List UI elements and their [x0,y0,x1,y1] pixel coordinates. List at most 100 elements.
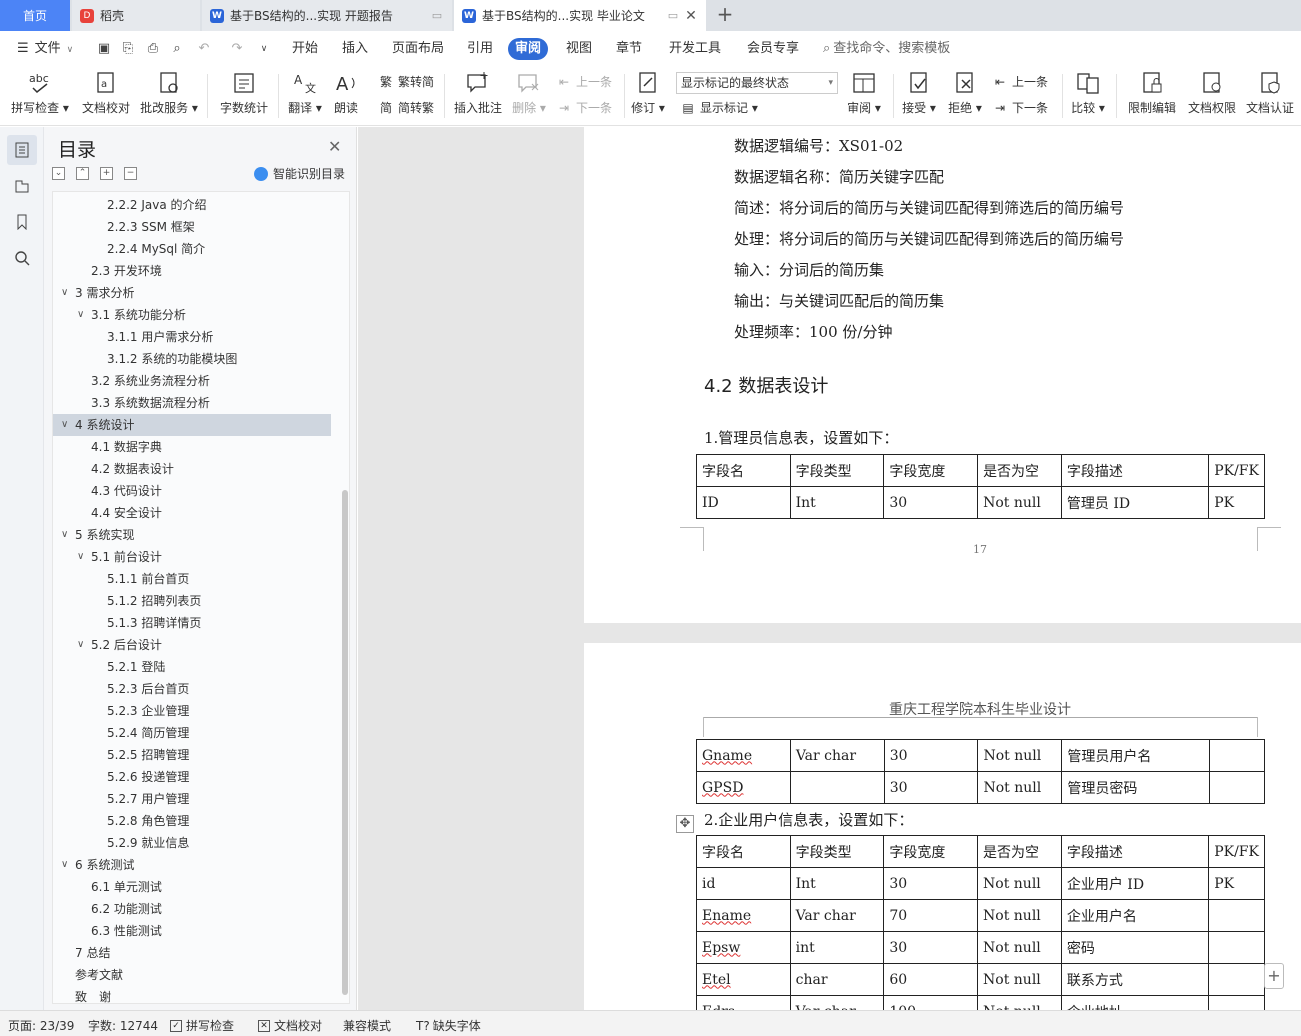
table-cell[interactable]: GPSD [696,771,791,804]
toc-item[interactable]: ∨ 5 系统实现 [53,524,331,546]
reject-button[interactable]: 拒绝 ▾ [946,70,984,122]
tab-daoke[interactable]: D 稻壳 [72,0,200,31]
table-cell[interactable] [1208,899,1265,932]
track-changes-button[interactable]: 修订 ▾ [631,70,665,122]
table-cell[interactable]: 管理员密码 [1061,771,1211,804]
redo-icon[interactable]: ↷ [230,42,244,56]
accept-button[interactable]: 接受 ▾ [900,70,938,122]
table-cell[interactable]: Edrs [696,995,791,1010]
tab-doc-proposal[interactable]: W 基于BS结构的...实现 开题报告 ▭ [202,0,452,31]
table-cell[interactable]: Etel [696,963,791,996]
toc-item[interactable]: 3.1.2 系统的功能模块图 [53,348,331,370]
toc-item[interactable]: ∨ 3.1 系统功能分析 [53,304,331,326]
table-cell[interactable] [1208,995,1265,1010]
compare-button[interactable]: 比较 ▾ [1070,70,1106,122]
table-cell[interactable]: Int [789,486,885,519]
body-text-line[interactable]: 处理频率：100 份/分钟 [734,321,892,342]
toc-item[interactable]: 5.1.2 招聘列表页 [53,590,331,612]
toc-item[interactable]: 5.2.3 企业管理 [53,700,331,722]
table-cell[interactable]: Var char [789,899,885,932]
tab-close-icon[interactable]: ✕ [684,8,698,24]
table-cell[interactable]: Ename [696,899,791,932]
table-cell[interactable]: Var char [789,995,885,1010]
toc-item[interactable]: 5.1.3 招聘详情页 [53,612,331,634]
table-cell[interactable]: id [696,867,791,900]
toc-item[interactable]: 5.1.1 前台首页 [53,568,331,590]
toc-item[interactable]: 4.2 数据表设计 [53,458,331,480]
chevron-down-icon[interactable]: ∨ [61,854,71,876]
table-cell[interactable] [1209,739,1265,772]
table-cell[interactable] [1208,963,1265,996]
status-doc-proof[interactable]: ✕ 文档校对 [258,1017,322,1034]
chevron-down-icon[interactable]: ∨ [61,282,71,304]
toc-item[interactable]: 2.3 开发环境 [53,260,331,282]
table-header-cell[interactable]: PK/FK [1208,835,1265,868]
save-icon[interactable]: ▣ [97,42,111,56]
table-header-cell[interactable]: 字段宽度 [883,835,979,868]
table-cell[interactable]: 30 [883,867,979,900]
admin-info-table[interactable]: 字段名 字段类型 字段宽度 是否为空 字段描述 PK/FK ID Int 30 Not null 管… [696,454,1265,519]
next-comment-button[interactable]: ⇥ 下一条 [556,98,612,118]
restrict-editing-button[interactable]: 限制编辑 [1126,70,1178,122]
chevron-down-icon[interactable]: ∨ [77,546,87,568]
table2-caption[interactable]: 2.企业用户信息表，设置如下： [704,809,913,830]
toc-item[interactable]: 7 总结 [53,942,331,964]
add-heading-icon[interactable]: + [100,167,113,180]
table-header-cell[interactable]: 字段类型 [789,835,885,868]
table-header-cell[interactable]: 字段描述 [1060,835,1210,868]
menu-insert[interactable]: 插入 [335,38,375,60]
toc-item[interactable]: 6.2 功能测试 [53,898,331,920]
toc-item[interactable]: 4.3 代码设计 [53,480,331,502]
table-cell[interactable] [789,771,885,804]
toc-item[interactable]: 参考文献 [53,964,331,986]
table1-caption[interactable]: 1.管理员信息表，设置如下： [704,427,898,448]
toc-item[interactable]: 5.2.6 投递管理 [53,766,331,788]
table-cell[interactable]: Var char [789,739,885,772]
search-icon[interactable] [7,243,37,273]
toc-item[interactable]: 5.2.7 用户管理 [53,788,331,810]
table-cell[interactable]: Not null [977,486,1062,519]
translate-button[interactable]: A文 翻译 ▾ [286,70,324,122]
revise-service-button[interactable]: 批改服务 ▾ [140,70,198,122]
chevron-down-icon[interactable]: ∨ [77,634,87,656]
admin-info-table-continued[interactable]: Gname Var char 30 Not null 管理员用户名 GPSD 30 Not n… [696,739,1265,804]
table-cell[interactable]: PK [1208,486,1265,519]
smart-toc-button[interactable]: 智能识别目录 [254,165,345,182]
table-cell[interactable]: ID [696,486,791,519]
chapter-nav-icon[interactable] [7,171,37,201]
file-menu[interactable]: ☰ 文件 ∨ [10,38,80,60]
menu-chapter[interactable]: 章节 [609,38,649,60]
collapse-all-icon[interactable]: ⌄ [52,167,65,180]
table-cell[interactable]: Gname [696,739,791,772]
undo-icon[interactable]: ↶ [197,42,211,56]
table-cell[interactable]: 100 [883,995,979,1010]
export-icon[interactable]: ⎘ [121,42,135,56]
table-cell[interactable]: 密码 [1060,931,1210,964]
table-cell[interactable]: Not null [977,771,1063,804]
doc-certify-button[interactable]: 文档认证 [1244,70,1296,122]
toc-item[interactable]: 6.3 性能测试 [53,920,331,942]
toc-item[interactable]: ∨ 4 系统设计 [53,414,331,436]
doc-proof-button[interactable]: a 文档校对 [80,70,132,122]
prev-comment-button[interactable]: ⇤ 上一条 [556,72,612,92]
table-cell[interactable]: int [789,931,885,964]
show-markup-button[interactable]: ▤ 显示标记 ▾ [680,98,758,118]
table-header-cell[interactable]: 字段名 [696,835,791,868]
remove-heading-icon[interactable]: − [124,167,137,180]
bookmark-icon[interactable] [7,207,37,237]
tab-doc-thesis[interactable]: W 基于BS结构的...实现 毕业论文 ▭ ✕ [454,0,706,31]
body-text-line[interactable]: 数据逻辑编号：XS01-02 [734,135,903,156]
toc-item[interactable]: 5.2.1 登陆 [53,656,331,678]
spell-check-button[interactable]: abc 拼写检查 ▾ [10,70,70,122]
menu-start[interactable]: 开始 [285,38,325,60]
print-icon[interactable]: ⎙ [146,42,160,56]
table-cell[interactable]: 企业地址 [1060,995,1210,1010]
toc-item[interactable]: 5.2.8 角色管理 [53,810,331,832]
prev-change-button[interactable]: ⇤ 上一条 [992,72,1048,92]
toc-item[interactable]: ∨ 3 需求分析 [53,282,331,304]
table-cell[interactable]: Int [789,867,885,900]
add-row-plus-icon[interactable]: + [1264,963,1284,989]
toc-item[interactable]: 4.1 数据字典 [53,436,331,458]
word-count-button[interactable]: 字数统计 [218,70,270,122]
doc-permission-button[interactable]: 文档权限 [1186,70,1238,122]
